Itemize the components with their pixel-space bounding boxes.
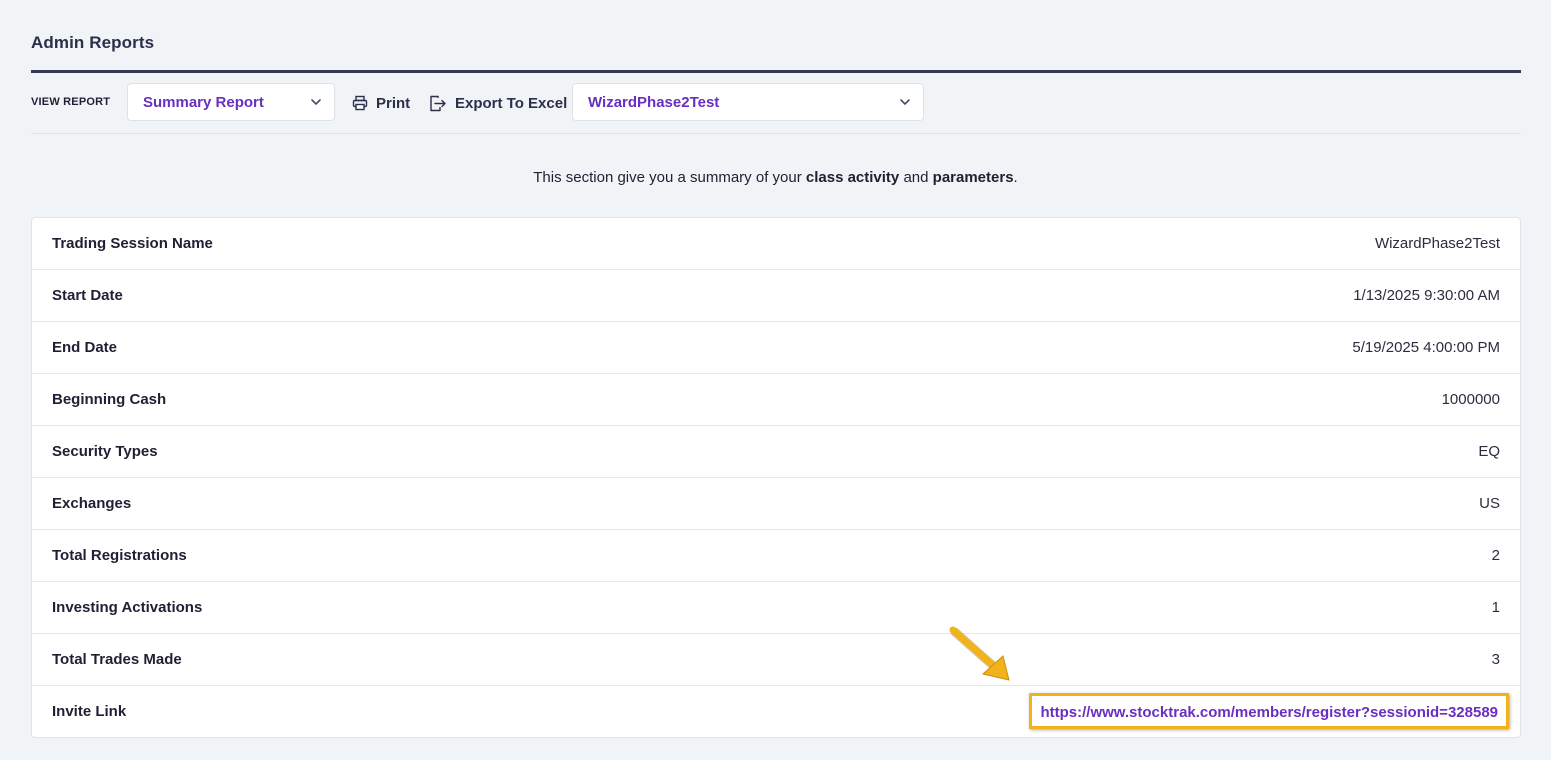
row-value: EQ xyxy=(1478,443,1500,460)
description-bold-parameters: parameters xyxy=(932,169,1014,186)
table-row: Total Trades Made 3 xyxy=(32,634,1520,686)
table-row: Trading Session Name WizardPhase2Test xyxy=(32,218,1520,270)
export-button-label: Export To Excel xyxy=(455,94,568,112)
session-select[interactable]: WizardPhase2Test xyxy=(572,83,924,121)
row-label: Investing Activations xyxy=(52,599,203,616)
row-value: 3 xyxy=(1491,651,1500,668)
section-description: This section give you a summary of your … xyxy=(0,169,1551,186)
description-prefix: This section give you a summary of your xyxy=(533,169,806,186)
export-icon xyxy=(430,95,446,111)
row-value: WizardPhase2Test xyxy=(1374,235,1500,252)
row-label: Beginning Cash xyxy=(52,391,167,408)
arrow-annotation-icon xyxy=(949,626,1010,681)
row-label: Security Types xyxy=(52,443,158,460)
row-label: Invite Link xyxy=(52,703,127,720)
report-type-select[interactable]: Summary Report xyxy=(127,83,335,121)
export-to-excel-button[interactable]: Export To Excel xyxy=(429,93,567,113)
table-row: End Date 5/19/2025 4:00:00 PM xyxy=(32,322,1520,374)
row-value: 1 xyxy=(1491,599,1500,616)
toolbar-divider xyxy=(31,133,1521,134)
table-row: Invite Link https://www.stocktrak.com/me… xyxy=(32,686,1520,737)
table-row: Investing Activations 1 xyxy=(32,582,1520,634)
row-label: Total Trades Made xyxy=(52,651,182,668)
invite-link[interactable]: https://www.stocktrak.com/members/regist… xyxy=(1029,693,1509,729)
summary-table: Trading Session Name WizardPhase2Test St… xyxy=(31,217,1521,738)
session-select-value: WizardPhase2Test xyxy=(588,94,720,111)
admin-reports-page: Admin Reports VIEW REPORT Summary Report… xyxy=(0,0,1551,760)
row-value: 2 xyxy=(1491,547,1500,564)
print-button[interactable]: Print xyxy=(352,93,410,113)
table-row: Start Date 1/13/2025 9:30:00 AM xyxy=(32,270,1520,322)
row-label: Trading Session Name xyxy=(52,235,213,252)
table-row: Total Registrations 2 xyxy=(32,530,1520,582)
description-suffix: . xyxy=(1013,169,1018,186)
row-value: 1000000 xyxy=(1441,391,1500,408)
row-label: Start Date xyxy=(52,287,123,304)
printer-icon xyxy=(352,95,368,111)
chevron-down-icon xyxy=(311,99,321,105)
chevron-down-icon xyxy=(900,99,910,105)
description-middle: and xyxy=(899,169,933,186)
row-label: Exchanges xyxy=(52,495,132,512)
page-title: Admin Reports xyxy=(31,33,155,52)
report-toolbar: VIEW REPORT Summary Report Print Export … xyxy=(31,83,1521,123)
row-value: 1/13/2025 9:30:00 AM xyxy=(1353,287,1500,304)
description-bold-class-activity: class activity xyxy=(805,169,900,186)
row-value: US xyxy=(1479,495,1500,512)
report-type-select-value: Summary Report xyxy=(143,94,264,111)
row-label: End Date xyxy=(52,339,118,356)
row-value: 5/19/2025 4:00:00 PM xyxy=(1352,339,1500,356)
row-label: Total Registrations xyxy=(52,547,187,564)
table-row: Security Types EQ xyxy=(32,426,1520,478)
view-report-label: VIEW REPORT xyxy=(31,96,111,108)
table-row: Exchanges US xyxy=(32,478,1520,530)
print-button-label: Print xyxy=(376,94,411,112)
title-divider xyxy=(31,70,1521,73)
table-row: Beginning Cash 1000000 xyxy=(32,374,1520,426)
